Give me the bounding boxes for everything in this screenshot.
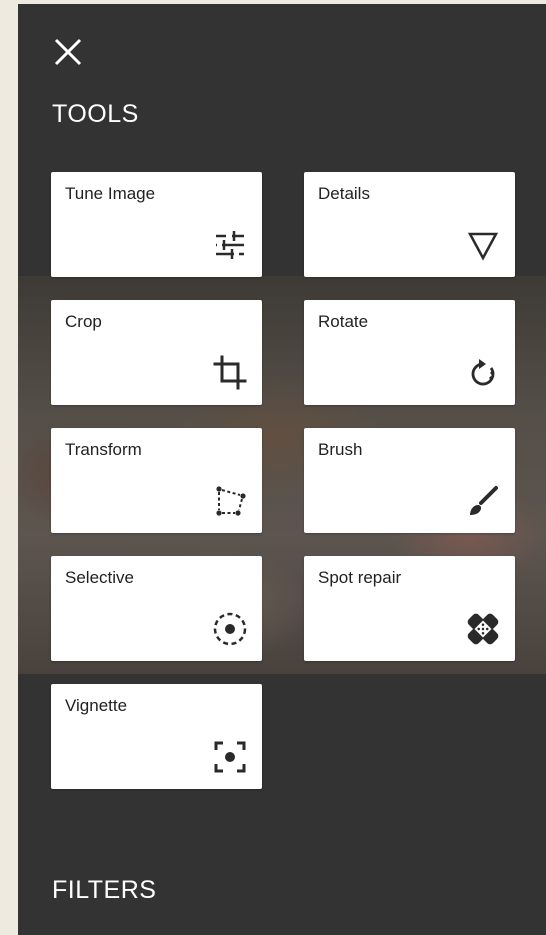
tool-label: Vignette — [65, 696, 128, 715]
spot-repair-icon — [465, 611, 501, 647]
tool-label: Brush — [318, 440, 363, 459]
tools-heading: TOOLS — [52, 100, 139, 128]
tool-label: Rotate — [318, 312, 369, 331]
tool-card-vignette[interactable]: Vignette — [51, 684, 262, 789]
tool-label: Selective — [65, 568, 134, 587]
crop-icon — [212, 355, 248, 391]
details-triangle-icon — [465, 227, 501, 263]
tools-panel: TOOLS Tune Image Details Crop Rotate Tra… — [18, 4, 546, 935]
selective-icon — [212, 611, 248, 647]
brush-icon — [465, 483, 501, 519]
filters-heading: FILTERS — [52, 876, 157, 904]
tool-label: Transform — [65, 440, 142, 459]
tune-sliders-icon — [212, 227, 248, 263]
tool-card-tune-image[interactable]: Tune Image — [51, 172, 262, 277]
tool-label: Tune Image — [65, 184, 156, 203]
vignette-icon — [212, 739, 248, 775]
tool-label: Details — [318, 184, 370, 203]
tool-card-brush[interactable]: Brush — [304, 428, 515, 533]
tool-card-rotate[interactable]: Rotate — [304, 300, 515, 405]
tool-card-crop[interactable]: Crop — [51, 300, 262, 405]
tool-label: Crop — [65, 312, 102, 331]
tool-card-details[interactable]: Details — [304, 172, 515, 277]
tool-card-spot-repair[interactable]: Spot repair — [304, 556, 515, 661]
tool-card-selective[interactable]: Selective — [51, 556, 262, 661]
transform-icon — [212, 483, 248, 519]
tool-label: Spot repair — [318, 568, 402, 587]
close-button[interactable] — [50, 34, 86, 70]
close-icon — [54, 38, 82, 66]
tool-card-transform[interactable]: Transform — [51, 428, 262, 533]
rotate-icon — [465, 355, 501, 391]
